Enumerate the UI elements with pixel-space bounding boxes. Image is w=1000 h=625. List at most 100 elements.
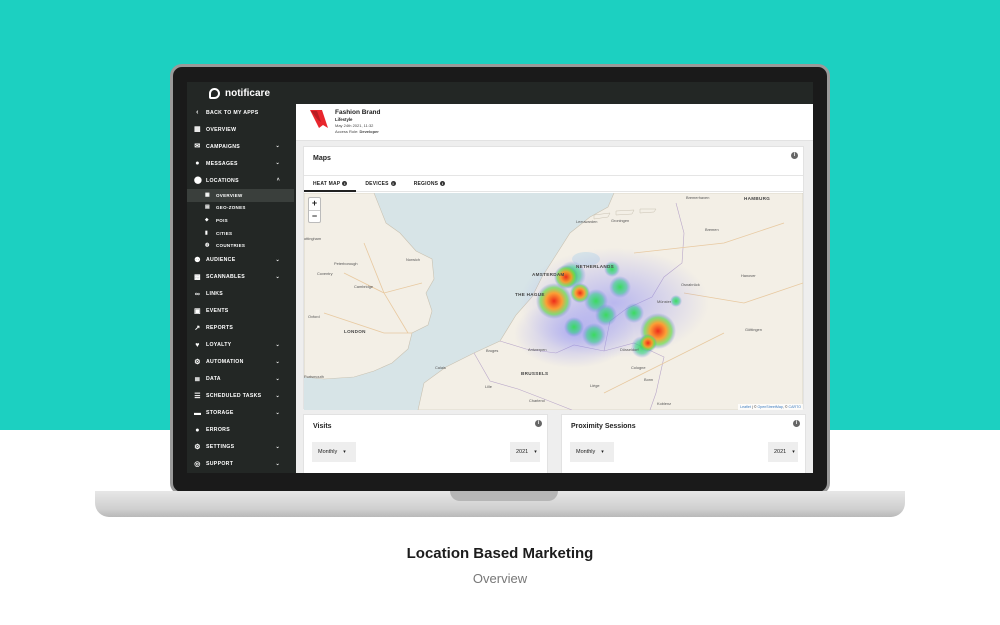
map-label-norwich: Norwich: [406, 257, 421, 262]
visits-year-select[interactable]: 2021 ▾: [510, 442, 540, 462]
sidebar-subitem-geo-zones[interactable]: ▤ GEO-ZONES: [187, 202, 294, 215]
grid-icon: ▦: [205, 191, 211, 198]
map-label-portsmouth: Portsmouth: [304, 374, 324, 379]
sidebar-item-campaigns[interactable]: ✉ CAMPAIGNS ⌄: [187, 138, 294, 155]
visits-title: Visits: [313, 423, 332, 430]
sidebar-item-audience[interactable]: ⚉ AUDIENCE ⌄: [187, 252, 294, 269]
visits-period-value: Monthly: [318, 449, 338, 455]
map-label-bremerhaven: Bremerhaven: [686, 195, 710, 200]
map-label-bonn: Bonn: [644, 377, 654, 382]
leaflet-link[interactable]: Leaflet: [740, 405, 751, 409]
proximity-year-select[interactable]: 2021 ▾: [768, 442, 798, 462]
info-icon: i: [390, 181, 396, 186]
caret-down-icon: ▾: [343, 449, 346, 455]
sidebar-item-loyalty[interactable]: ♥ LOYALTY ⌄: [187, 337, 294, 354]
sidebar-subitem-label: COUNTRIES: [216, 243, 246, 249]
tab-label: REGIONS: [413, 180, 439, 187]
map-label-cambridge: Cambridge: [354, 284, 374, 289]
chevron-left-icon: ‹: [196, 109, 199, 116]
back-to-apps-link[interactable]: ‹ BACK TO MY APPS: [187, 104, 294, 121]
tab-label: HEAT MAP: [313, 180, 341, 187]
maps-tabs: HEAT MAP i DEVICES i REGIONS i: [304, 175, 803, 192]
zoom-control: + −: [308, 197, 321, 223]
maps-card: Maps i HEAT MAP i DEVICES i REGIONS i + …: [303, 146, 804, 410]
map-label-osnabruck: Osnabrück: [681, 282, 700, 287]
sidebar-item-label: AUTOMATION: [206, 359, 244, 366]
sidebar-item-label: LOYALTY: [206, 342, 232, 349]
chevron-down-icon: ⌄: [275, 143, 280, 149]
sidebar-item-storage[interactable]: ▬ STORAGE ⌄: [187, 405, 294, 422]
qr-icon: ▩: [194, 273, 201, 281]
info-icon: i: [440, 181, 446, 186]
tab-devices[interactable]: DEVICES i: [356, 176, 404, 191]
map-icon: ▤: [205, 204, 211, 211]
sidebar-subitem-label: OVERVIEW: [216, 192, 243, 198]
carto-link[interactable]: CARTO: [789, 405, 801, 409]
sidebar: ‹ BACK TO MY APPS ▦ OVERVIEW ✉ CAMPAIGNS ⌄ ●…: [187, 104, 294, 473]
sidebar-item-scheduled-tasks[interactable]: ☰ SCHEDULED TASKS ⌄: [187, 388, 294, 405]
message-bubble-icon: ●: [195, 160, 200, 167]
sidebar-item-overview[interactable]: ▦ OVERVIEW: [187, 121, 294, 138]
sidebar-subitem-label: CITIES: [216, 230, 233, 236]
sidebar-item-support[interactable]: ◎ SUPPORT ⌄: [187, 456, 294, 473]
maps-title: Maps: [313, 155, 331, 162]
heat-map[interactable]: + − ottingham Peterborough Norwich Coven…: [304, 193, 803, 410]
info-icon[interactable]: i: [535, 420, 542, 427]
proximity-period-select[interactable]: Monthly ▾: [570, 442, 614, 462]
laptop-screen: notificare ‹ BACK TO MY APPS ▦ OVERVIEW ✉ C…: [187, 82, 813, 473]
chevron-down-icon: ⌄: [275, 409, 280, 416]
sidebar-item-scannables[interactable]: ▩ SCANNABLES ⌄: [187, 269, 294, 286]
map-label-bremen: Bremen: [705, 227, 719, 232]
zoom-in-button[interactable]: +: [309, 198, 320, 210]
map-label-munster: Münster: [657, 299, 672, 304]
sidebar-item-settings[interactable]: ⚙ SETTINGS ⌄: [187, 439, 294, 456]
chevron-up-icon: ˄: [276, 177, 280, 183]
app-category: Lifestyle: [335, 117, 353, 122]
proximity-year-value: 2021: [774, 449, 787, 455]
map-label-amsterdam: AMSTERDAM: [532, 272, 565, 277]
proximity-period-value: Monthly: [576, 449, 596, 455]
map-label-calais: Calais: [435, 365, 446, 370]
chevron-down-icon: ⌄: [275, 256, 280, 263]
sidebar-item-automation[interactable]: ⚙ AUTOMATION ⌄: [187, 354, 294, 371]
sidebar-item-errors[interactable]: ● ERRORS: [187, 422, 294, 439]
map-label-gottingen: Göttingen: [745, 327, 762, 332]
sidebar-item-reports[interactable]: ↗ REPORTS: [187, 320, 294, 337]
sidebar-item-locations[interactable]: ⬤ LOCATIONS ˄: [187, 172, 294, 189]
grid-icon: ▦: [194, 126, 201, 133]
app-name: Fashion Brand: [335, 109, 381, 116]
info-icon[interactable]: i: [791, 152, 798, 159]
heart-icon: ♥: [195, 341, 200, 349]
sidebar-subitem-pois[interactable]: ⬥ POIS: [187, 214, 294, 227]
back-to-apps-label: BACK TO MY APPS: [206, 109, 259, 116]
map-label-netherlands: NETHERLANDS: [576, 264, 615, 269]
chevron-down-icon: ⌄: [275, 341, 280, 348]
map-label-charleroi: Charleroi: [529, 398, 545, 403]
visits-period-select[interactable]: Monthly ▾: [312, 442, 356, 462]
chevron-down-icon: ⌄: [275, 443, 280, 450]
map-attribution: Leaflet | © OpenStreetMap, © CARTO: [738, 404, 803, 410]
sidebar-item-links[interactable]: ∞ LINKS: [187, 286, 294, 303]
sidebar-item-events[interactable]: ▣ EVENTS: [187, 303, 294, 320]
sidebar-subitem-cities[interactable]: ▮ CITIES: [187, 227, 294, 240]
access-role: Access Role: Developer: [335, 129, 379, 134]
sidebar-item-label: SUPPORT: [206, 461, 234, 468]
caret-down-icon: ▾: [601, 449, 604, 455]
sidebar-subitem-overview[interactable]: ▦ OVERVIEW: [187, 189, 294, 202]
access-role-value: Developer: [359, 129, 379, 134]
proximity-sessions-card: Proximity Sessions i Monthly ▾ 2021 ▾: [561, 414, 806, 473]
sidebar-item-messages[interactable]: ● MESSAGES ⌄: [187, 155, 294, 172]
tab-regions[interactable]: REGIONS i: [405, 176, 454, 191]
pin-icon: ⬥: [205, 216, 209, 223]
map-base-layer: [304, 193, 803, 410]
sidebar-item-data[interactable]: ≣ DATA ⌄: [187, 371, 294, 388]
info-icon[interactable]: i: [793, 420, 800, 427]
osm-link[interactable]: OpenStreetMap: [758, 405, 783, 409]
sidebar-subitem-countries[interactable]: ◍ COUNTRIES: [187, 239, 294, 252]
tab-heat-map[interactable]: HEAT MAP i: [304, 176, 357, 192]
sidebar-subitem-label: GEO-ZONES: [216, 205, 246, 211]
link-icon: ∞: [194, 290, 201, 298]
zoom-out-button[interactable]: −: [309, 210, 320, 222]
map-label-antwerp: Antwerpen: [528, 347, 547, 352]
map-label-coventry: Coventry: [317, 271, 333, 276]
